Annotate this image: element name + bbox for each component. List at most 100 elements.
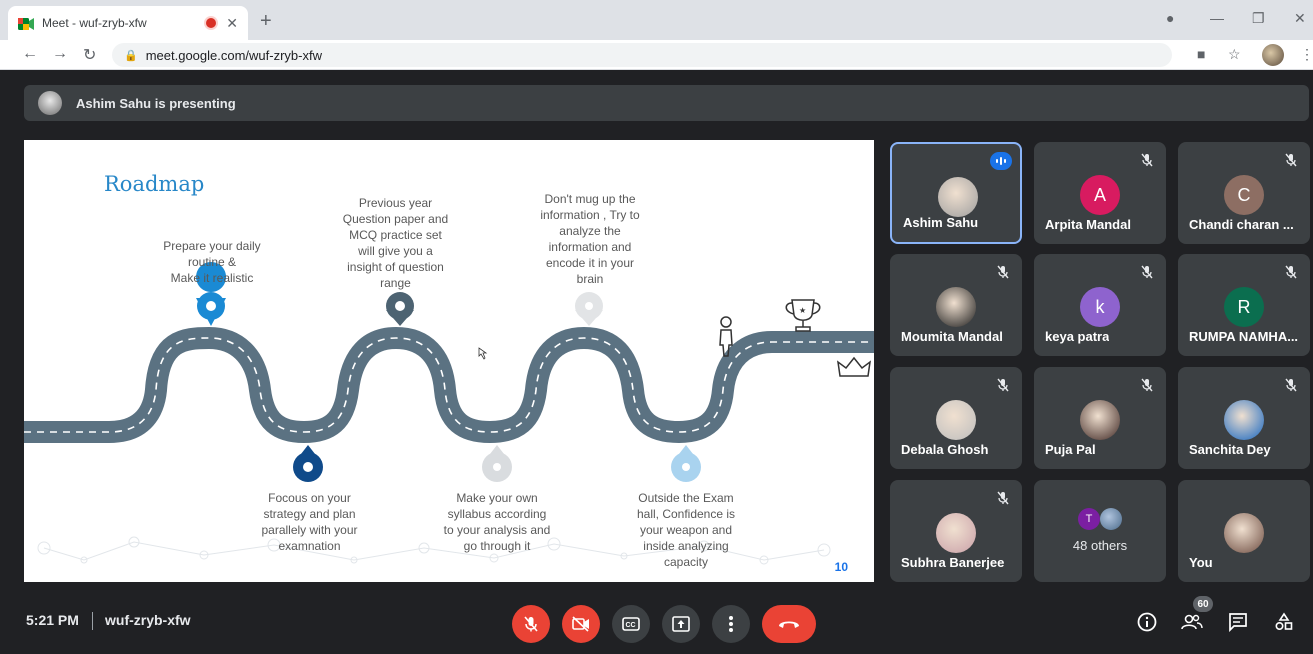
bookmark-star-icon[interactable]: ☆: [1228, 46, 1241, 63]
slide-caption-4: Focous on your strategy and plan paralle…: [261, 491, 358, 553]
pin-icon-2: [386, 292, 414, 326]
participant-tile[interactable]: Moumita Mandal: [890, 254, 1022, 356]
participant-avatar: [1080, 400, 1120, 440]
tab-title: Meet - wuf-zryb-xfw: [42, 16, 147, 30]
meeting-code: wuf-zryb-xfw: [105, 612, 191, 628]
back-button[interactable]: ←: [22, 45, 38, 63]
muted-mic-icon: [1285, 265, 1297, 279]
camera-permission-icon[interactable]: ■: [1197, 46, 1205, 62]
recording-indicator-icon: [206, 18, 217, 28]
slide-caption-1: Prepare your daily routine & Make it rea…: [163, 239, 261, 285]
tab-close-icon[interactable]: ✕: [226, 15, 238, 32]
slide-caption-5: Make your own syllabus according to your…: [443, 491, 551, 553]
leave-call-button[interactable]: [762, 605, 816, 643]
browser-toolbar: ← → ↻ 🔒 meet.google.com/wuf-zryb-xfw ■ ☆…: [0, 40, 1313, 70]
minimize-button[interactable]: —: [1210, 10, 1224, 26]
participant-name: RUMPA NAMHA...: [1189, 329, 1299, 344]
captions-button[interactable]: CC: [612, 605, 650, 643]
participant-tile[interactable]: You: [1178, 480, 1310, 582]
participant-avatar: [1224, 400, 1264, 440]
slide-title: Roadmap: [104, 172, 205, 196]
chat-button[interactable]: [1226, 610, 1250, 634]
participant-tile[interactable]: C Chandi charan ...: [1178, 142, 1310, 244]
participant-tile[interactable]: R RUMPA NAMHA...: [1178, 254, 1310, 356]
svg-text:CC: CC: [626, 622, 636, 629]
participant-tile[interactable]: Sanchita Dey: [1178, 367, 1310, 469]
participant-name: keya patra: [1045, 329, 1110, 344]
hang-up-icon: [779, 621, 799, 628]
presenter-avatar: [38, 91, 62, 115]
present-screen-icon: [672, 616, 690, 632]
participant-name: Chandi charan ...: [1189, 217, 1294, 232]
participant-tile[interactable]: k keya patra: [1034, 254, 1166, 356]
svg-text:★: ★: [799, 306, 806, 315]
mic-off-icon: [524, 616, 538, 632]
camera-toggle-button[interactable]: [562, 605, 600, 643]
closed-captions-icon: CC: [622, 617, 640, 631]
muted-mic-icon: [1141, 153, 1153, 167]
more-options-button[interactable]: [712, 605, 750, 643]
participant-avatar: k: [1080, 287, 1120, 327]
presenting-banner: Ashim Sahu is presenting: [24, 85, 1309, 121]
participant-avatar: [936, 287, 976, 327]
pin-icon-4: [293, 445, 323, 482]
speaking-indicator-icon: [990, 152, 1012, 170]
participant-tile[interactable]: A Arpita Mandal: [1034, 142, 1166, 244]
pin-icon-6: [671, 445, 701, 482]
profile-avatar[interactable]: [1262, 44, 1284, 66]
muted-mic-icon: [1285, 378, 1297, 392]
new-tab-button[interactable]: +: [260, 10, 272, 33]
participant-name: Debala Ghosh: [901, 442, 989, 457]
presentation-slide: ★ Roadmap Prepare your daily routine & M…: [24, 140, 874, 582]
forward-button[interactable]: →: [52, 45, 68, 63]
participant-tile[interactable]: Debala Ghosh: [890, 367, 1022, 469]
participant-tile[interactable]: Puja Pal: [1034, 367, 1166, 469]
meeting-time: 5:21 PM: [26, 612, 79, 628]
meet-logo-icon: [18, 17, 34, 30]
activities-icon: [1275, 612, 1293, 631]
participant-avatar: A: [1080, 175, 1120, 215]
camera-off-icon: [572, 616, 589, 632]
meeting-details-button[interactable]: [1135, 610, 1159, 634]
slide-caption-3: Don't mug up the information , Try to an…: [540, 192, 640, 286]
present-screen-button[interactable]: [662, 605, 700, 643]
browser-tabstrip: Meet - wuf-zryb-xfw ✕ + ● — ❐ ✕: [0, 0, 1313, 40]
participant-avatar: C: [1224, 175, 1264, 215]
activities-button[interactable]: [1272, 610, 1296, 634]
trophy-icon: ★: [785, 299, 821, 332]
address-bar[interactable]: 🔒 meet.google.com/wuf-zryb-xfw: [112, 43, 1172, 67]
participant-tile[interactable]: T 48 others: [1034, 480, 1166, 582]
pin-icon-5: [482, 445, 512, 482]
others-avatar: [1100, 508, 1122, 530]
info-icon: [1137, 612, 1157, 632]
others-avatar: T: [1078, 508, 1100, 530]
muted-mic-icon: [997, 265, 1009, 279]
pin-icon-3: [575, 292, 603, 326]
muted-mic-icon: [1141, 378, 1153, 392]
participant-name: Ashim Sahu: [903, 215, 979, 230]
slide-caption-6: Outside the Exam hall, Confidence is you…: [636, 491, 736, 569]
muted-mic-icon: [1141, 265, 1153, 279]
more-vert-icon: [729, 616, 733, 632]
browser-menu-icon[interactable]: ⋮: [1300, 46, 1313, 63]
close-window-button[interactable]: ✕: [1294, 10, 1306, 27]
chat-icon: [1229, 613, 1247, 632]
participant-avatar: [938, 177, 978, 217]
participant-name: Moumita Mandal: [901, 329, 1003, 344]
muted-mic-icon: [997, 491, 1009, 505]
participant-tile[interactable]: Subhra Banerjee: [890, 480, 1022, 582]
browser-profile-menu-icon[interactable]: ●: [1166, 10, 1174, 26]
restore-button[interactable]: ❐: [1252, 10, 1265, 27]
participant-name: You: [1189, 555, 1213, 570]
browser-tab-meet[interactable]: Meet - wuf-zryb-xfw ✕: [8, 6, 248, 40]
lock-icon: 🔒: [124, 49, 138, 62]
participant-name: Puja Pal: [1045, 442, 1096, 457]
people-button[interactable]: [1180, 610, 1204, 634]
reload-button[interactable]: ↻: [83, 45, 96, 65]
mouse-cursor: [478, 347, 488, 360]
slide-page-number: 10: [834, 560, 848, 574]
people-icon: [1181, 614, 1203, 630]
mic-toggle-button[interactable]: [512, 605, 550, 643]
participant-tile[interactable]: Ashim Sahu: [890, 142, 1022, 244]
url-text: meet.google.com/wuf-zryb-xfw: [145, 47, 322, 63]
